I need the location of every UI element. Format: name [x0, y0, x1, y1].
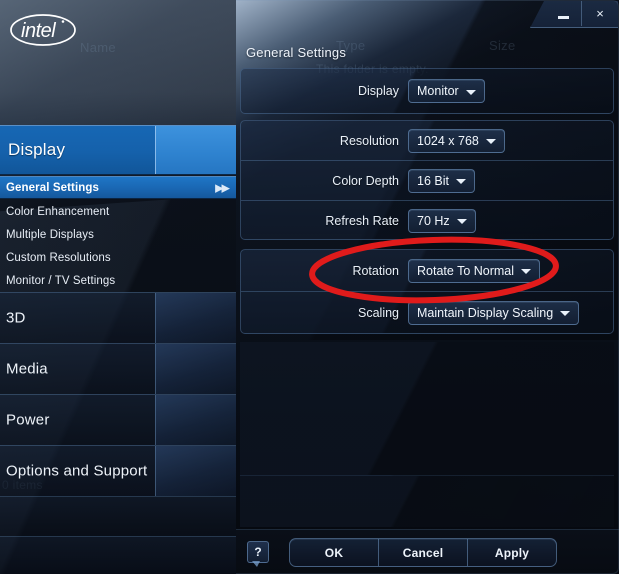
sidebar-filler-strip-2: [0, 536, 236, 574]
setting-row-scaling: Scaling Maintain Display Scaling: [241, 291, 613, 333]
sidebar-category-3d-label: 3D: [6, 309, 26, 327]
setting-row-resolution: Resolution 1024 x 768: [241, 121, 613, 160]
setting-label-color-depth: Color Depth: [332, 173, 399, 188]
setting-row-rotation: Rotation Rotate To Normal: [241, 250, 613, 291]
setting-row-color-depth: Color Depth 16 Bit: [241, 160, 613, 200]
setting-label-rotation: Rotation: [352, 263, 399, 278]
dropdown-color-depth-value: 16 Bit: [417, 173, 449, 188]
help-icon[interactable]: ?: [247, 541, 269, 567]
dropdown-refresh-rate-value: 70 Hz: [417, 213, 450, 228]
sidebar-category-display-accent: [155, 126, 236, 174]
window-controls: ×: [530, 1, 618, 28]
help-icon-tail: [252, 561, 260, 567]
intel-graphics-control-panel: intel Name 0 items Display General Setti…: [0, 0, 619, 574]
setting-row-display: Display Monitor: [241, 69, 613, 113]
sidebar-category-options-and-support[interactable]: Options and Support: [0, 445, 236, 496]
close-icon[interactable]: ×: [581, 1, 618, 26]
dropdown-scaling-value: Maintain Display Scaling: [417, 305, 554, 320]
dropdown-rotation-value: Rotate To Normal: [417, 263, 515, 278]
sidebar-category-display-label: Display: [8, 140, 66, 159]
dropdown-refresh-rate[interactable]: 70 Hz: [408, 208, 476, 233]
sidebar: intel Name 0 items Display General Setti…: [0, 0, 236, 574]
sidebar-category-3d[interactable]: 3D: [0, 292, 236, 343]
chevron-down-icon: [560, 311, 571, 316]
sidebar-category-media[interactable]: Media: [0, 343, 236, 394]
svg-text:intel: intel: [21, 20, 56, 42]
setting-label-refresh-rate: Refresh Rate: [325, 213, 399, 228]
chevron-down-icon: [456, 219, 467, 224]
sidebar-item-general-settings-label: General Settings: [6, 181, 99, 194]
sidebar-item-custom-resolutions-label: Custom Resolutions: [6, 251, 111, 264]
empty-content-panel-1: [240, 342, 614, 475]
setting-row-refresh-rate: Refresh Rate 70 Hz: [241, 200, 613, 239]
title-bar: ×: [236, 0, 619, 30]
sidebar-item-monitor-tv-settings-label: Monitor / TV Settings: [6, 274, 116, 287]
settings-group-display: Display Monitor: [240, 68, 614, 114]
setting-label-scaling: Scaling: [358, 305, 399, 320]
sidebar-filler-strip-1: [0, 496, 236, 536]
dropdown-color-depth[interactable]: 16 Bit: [408, 168, 475, 193]
sidebar-item-monitor-tv-settings[interactable]: Monitor / TV Settings: [0, 269, 236, 292]
sidebar-category-3d-accent: [155, 293, 236, 343]
sidebar-item-multiple-displays-label: Multiple Displays: [6, 228, 94, 241]
chevron-down-icon: [465, 89, 476, 95]
chevron-down-icon: [521, 269, 532, 274]
sidebar-category-media-accent: [155, 344, 236, 394]
sidebar-item-general-settings[interactable]: General Settings ▶▶: [0, 176, 236, 199]
page-title: General Settings: [246, 45, 347, 60]
dropdown-scaling[interactable]: Maintain Display Scaling: [408, 300, 580, 325]
cancel-button[interactable]: Cancel: [378, 539, 467, 566]
sidebar-category-display[interactable]: Display: [0, 125, 236, 175]
settings-group-rotation-scaling: Rotation Rotate To Normal Scaling Mainta…: [240, 249, 614, 334]
minimize-icon[interactable]: [545, 1, 581, 26]
double-chevron-right-icon: ▶▶: [215, 182, 230, 194]
dropdown-rotation[interactable]: Rotate To Normal: [408, 258, 541, 283]
chevron-down-icon: [455, 179, 466, 184]
ok-button[interactable]: OK: [290, 539, 378, 566]
dropdown-display-value: Monitor: [417, 84, 459, 98]
sidebar-category-power-accent: [155, 395, 236, 445]
sidebar-item-color-enhancement-label: Color Enhancement: [6, 205, 110, 218]
apply-button[interactable]: Apply: [467, 539, 556, 566]
dropdown-resolution[interactable]: 1024 x 768: [408, 128, 505, 153]
sidebar-category-power-label: Power: [6, 411, 50, 429]
dialog-button-bar: ? OK Cancel Apply: [236, 529, 619, 574]
setting-label-display: Display: [358, 84, 399, 98]
empty-content-panel-2: [240, 475, 614, 527]
dropdown-display[interactable]: Monitor: [408, 79, 485, 103]
setting-label-resolution: Resolution: [339, 133, 399, 148]
settings-group-display-modes: Resolution 1024 x 768 Color Depth 16 Bit…: [240, 120, 614, 240]
sidebar-item-custom-resolutions[interactable]: Custom Resolutions: [0, 246, 236, 269]
sidebar-item-color-enhancement[interactable]: Color Enhancement: [0, 200, 236, 223]
sidebar-category-options-and-support-label: Options and Support: [6, 462, 148, 480]
sidebar-category-options-and-support-accent: [155, 446, 236, 496]
sidebar-category-media-label: Media: [6, 360, 48, 378]
ghost-text-name: Name: [80, 40, 116, 55]
help-icon-glyph: ?: [254, 545, 262, 559]
sidebar-item-multiple-displays[interactable]: Multiple Displays: [0, 223, 236, 246]
dialog-actions: OK Cancel Apply: [289, 538, 557, 567]
chevron-down-icon: [485, 139, 496, 144]
intel-logo: intel: [10, 14, 76, 46]
dropdown-resolution-value: 1024 x 768: [417, 133, 479, 148]
settings-dialog: Type Size This folder is empty. × Genera…: [236, 0, 619, 574]
sidebar-category-power[interactable]: Power: [0, 394, 236, 445]
